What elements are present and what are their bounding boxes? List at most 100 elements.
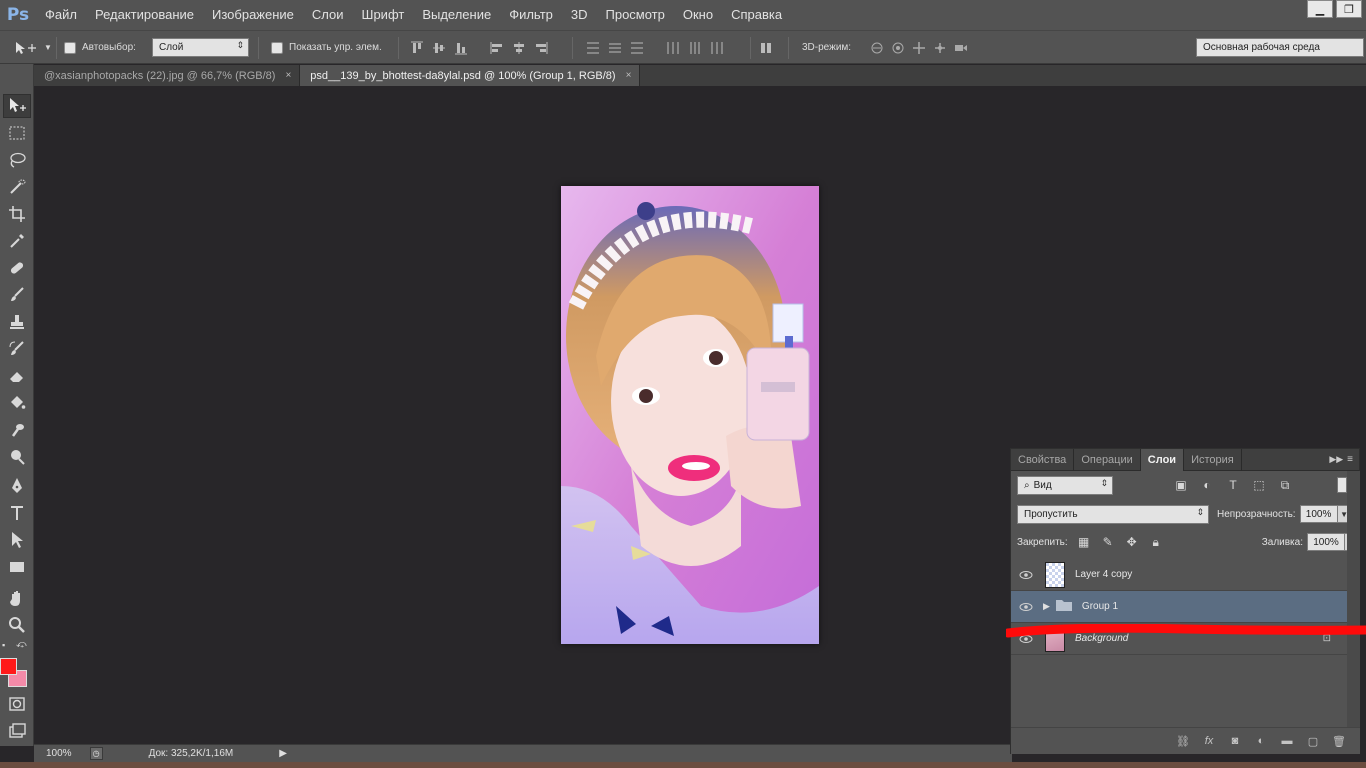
- healing-brush-tool[interactable]: [3, 256, 31, 280]
- menu-view[interactable]: Просмотр: [597, 0, 674, 30]
- blur-tool[interactable]: [3, 418, 31, 442]
- paint-bucket-tool[interactable]: [3, 391, 31, 415]
- align-bottom-icon[interactable]: [454, 41, 468, 55]
- link-layers-icon[interactable]: ⛓︎: [1176, 734, 1190, 748]
- move-tool[interactable]: [3, 94, 31, 118]
- adjustment-layer-icon[interactable]: ◐: [1254, 734, 1268, 748]
- menu-type[interactable]: Шрифт: [353, 0, 414, 30]
- lock-all-icon[interactable]: 🔒︎: [1148, 534, 1164, 550]
- filter-adjustment-icon[interactable]: ◐: [1199, 477, 1215, 493]
- restore-button[interactable]: ❐: [1336, 0, 1362, 18]
- align-vcenter-icon[interactable]: [432, 41, 446, 55]
- menu-3d[interactable]: 3D: [562, 0, 597, 30]
- menu-image[interactable]: Изображение: [203, 0, 303, 30]
- 3d-rotate-icon[interactable]: [870, 41, 884, 55]
- status-menu-arrow-icon[interactable]: ▶: [279, 748, 287, 759]
- zoom-tool[interactable]: [3, 613, 31, 637]
- move-tool-preset[interactable]: ▼: [14, 31, 52, 64]
- lock-image-icon[interactable]: ✎: [1100, 534, 1116, 550]
- menu-file[interactable]: Файл: [36, 0, 86, 30]
- filter-smart-object-icon[interactable]: ⧉: [1277, 477, 1293, 493]
- align-right-icon[interactable]: [534, 41, 548, 55]
- align-left-icon[interactable]: [490, 41, 504, 55]
- menu-edit[interactable]: Редактирование: [86, 0, 203, 30]
- filter-shape-icon[interactable]: ⬚: [1251, 477, 1267, 493]
- collapse-panel-icon[interactable]: ▶▶: [1329, 454, 1343, 465]
- tab-history[interactable]: История: [1184, 448, 1242, 471]
- clone-stamp-tool[interactable]: [3, 310, 31, 334]
- brush-tool[interactable]: [3, 283, 31, 307]
- menu-help[interactable]: Справка: [722, 0, 791, 30]
- status-info-icon[interactable]: ◷: [89, 747, 103, 760]
- new-layer-icon[interactable]: ▢: [1306, 734, 1320, 748]
- lock-position-icon[interactable]: ✥: [1124, 534, 1140, 550]
- menu-window[interactable]: Окно: [674, 0, 722, 30]
- autoselect-target-select[interactable]: Слой ⇕: [152, 38, 249, 57]
- align-top-icon[interactable]: [410, 41, 424, 55]
- 3d-pan-icon[interactable]: [912, 41, 926, 55]
- lock-transparent-icon[interactable]: ▦: [1076, 534, 1092, 550]
- 3d-roll-icon[interactable]: [891, 41, 905, 55]
- panel-scrollbar[interactable]: [1347, 471, 1360, 729]
- workspace-select[interactable]: Основная рабочая среда: [1196, 38, 1364, 57]
- type-tool[interactable]: [3, 501, 31, 525]
- 3d-slide-icon[interactable]: [933, 41, 947, 55]
- quick-mask-button[interactable]: [3, 692, 31, 716]
- add-mask-icon[interactable]: ◙: [1228, 734, 1242, 748]
- quick-selection-tool[interactable]: [3, 175, 31, 199]
- menu-layers[interactable]: Слои: [303, 0, 353, 30]
- auto-align-layers-icon[interactable]: [760, 41, 774, 55]
- pen-tool[interactable]: [3, 474, 31, 498]
- filter-type-icon[interactable]: T: [1225, 477, 1241, 493]
- distribute-left-icon[interactable]: [666, 41, 680, 55]
- menu-select[interactable]: Выделение: [413, 0, 500, 30]
- align-hcenter-icon[interactable]: [512, 41, 526, 55]
- default-colors-icon[interactable]: ▪: [2, 640, 5, 650]
- tab-layers[interactable]: Слои: [1140, 448, 1185, 471]
- panel-menu-icon[interactable]: ≡: [1347, 454, 1353, 465]
- shape-tool[interactable]: [3, 555, 31, 579]
- filter-toggle[interactable]: [1337, 477, 1347, 493]
- visibility-eye-icon[interactable]: [1011, 602, 1041, 612]
- distribute-bottom-icon[interactable]: [630, 41, 644, 55]
- layer-row[interactable]: Layer 4 copy: [1011, 559, 1347, 591]
- blend-mode-select[interactable]: Пропустить ⇕: [1017, 504, 1209, 524]
- filter-pixel-icon[interactable]: ▣: [1173, 477, 1189, 493]
- layer-row[interactable]: ▶ Group 1: [1011, 591, 1347, 623]
- layer-filter-select[interactable]: ⌕ Вид ⇕: [1017, 475, 1113, 495]
- 3d-scale-icon[interactable]: [954, 41, 968, 55]
- swap-colors-icon[interactable]: ⤽: [16, 639, 27, 650]
- tab-document-1[interactable]: @xasianphotopacks (22).jpg @ 66,7% (RGB/…: [34, 65, 301, 86]
- tab-document-2[interactable]: psd__139_by_bhottest-da8ylal.psd @ 100% …: [300, 65, 641, 86]
- menu-filter[interactable]: Фильтр: [500, 0, 562, 30]
- document-image[interactable]: [561, 186, 819, 644]
- history-brush-tool[interactable]: [3, 337, 31, 361]
- layer-effects-icon[interactable]: fx: [1202, 734, 1216, 748]
- eyedropper-tool[interactable]: [3, 229, 31, 253]
- eraser-tool[interactable]: [3, 364, 31, 388]
- marquee-tool[interactable]: [3, 121, 31, 145]
- tab-properties[interactable]: Свойства: [1011, 448, 1075, 471]
- distribute-right-icon[interactable]: [710, 41, 724, 55]
- opacity-input[interactable]: 100%: [1299, 505, 1338, 523]
- foreground-color-swatch[interactable]: [0, 658, 17, 675]
- expand-group-icon[interactable]: ▶: [1043, 601, 1050, 612]
- distribute-hcenter-icon[interactable]: [688, 41, 702, 55]
- delete-layer-icon[interactable]: 🗑︎: [1332, 734, 1346, 748]
- path-selection-tool[interactable]: [3, 528, 31, 552]
- zoom-level[interactable]: 100%: [46, 748, 72, 759]
- lasso-tool[interactable]: [3, 148, 31, 172]
- crop-tool[interactable]: [3, 202, 31, 226]
- new-group-icon[interactable]: ▬: [1280, 734, 1294, 748]
- visibility-eye-icon[interactable]: [1011, 570, 1041, 580]
- minimize-button[interactable]: ▁: [1307, 0, 1333, 18]
- screen-mode-button[interactable]: [3, 719, 31, 743]
- distribute-top-icon[interactable]: [586, 41, 600, 55]
- show-transform-controls-checkbox[interactable]: [271, 41, 283, 54]
- fill-input[interactable]: 100%: [1307, 533, 1345, 551]
- tab-actions[interactable]: Операции: [1074, 448, 1141, 471]
- distribute-vcenter-icon[interactable]: [608, 41, 622, 55]
- hand-tool[interactable]: [3, 586, 31, 610]
- close-tab-icon[interactable]: ×: [626, 70, 632, 81]
- close-tab-icon[interactable]: ×: [285, 70, 291, 81]
